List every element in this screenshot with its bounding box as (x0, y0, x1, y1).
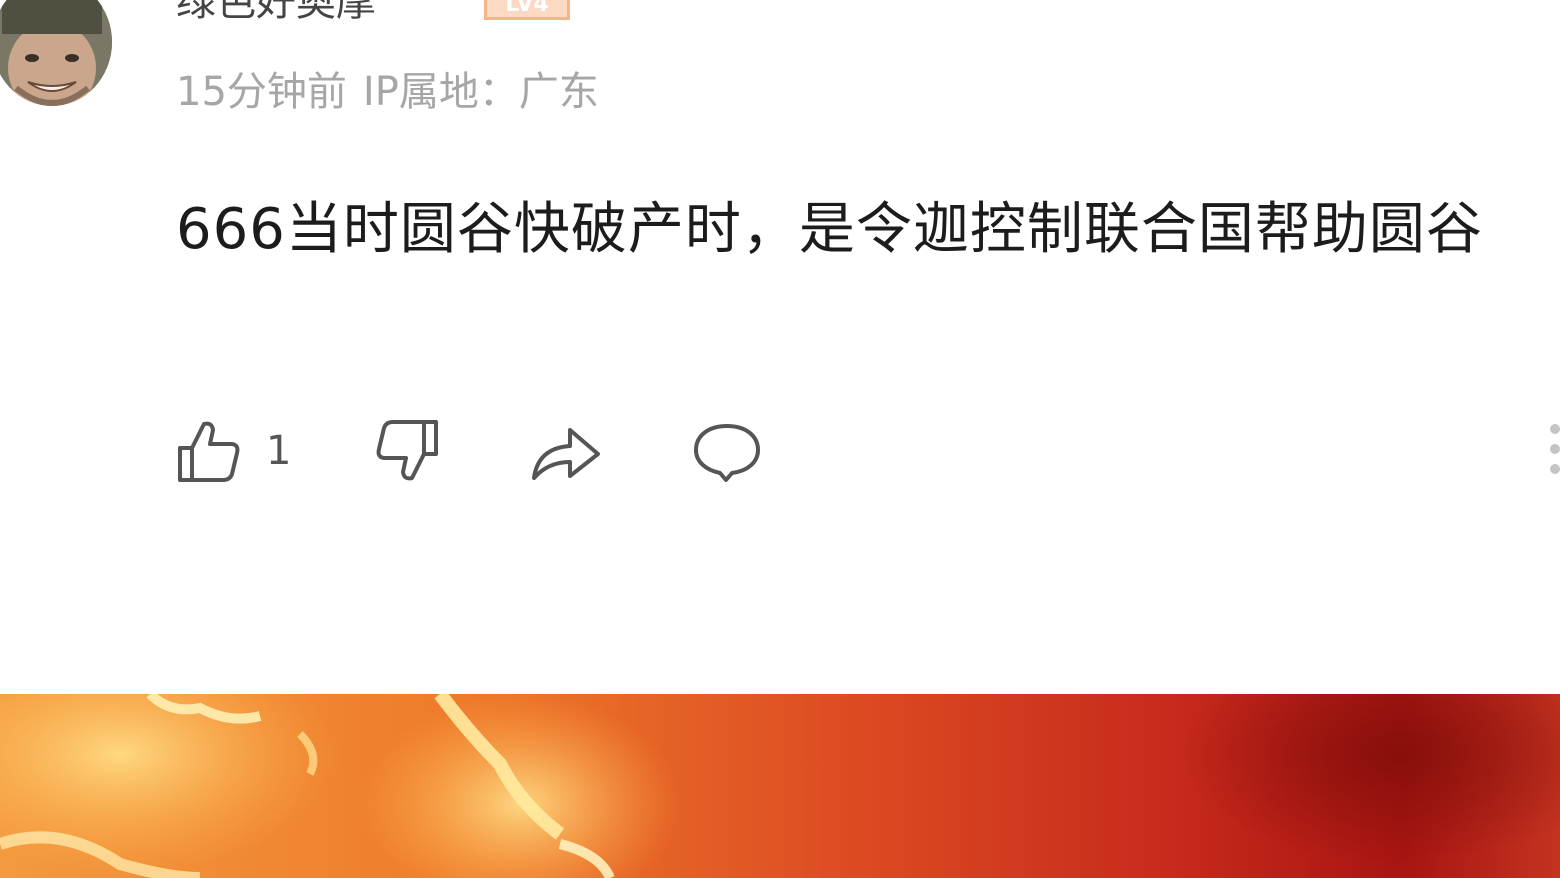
thumbs-down-icon (376, 420, 438, 481)
ip-location: IP属地：广东 (362, 69, 599, 115)
thumbs-up-icon (178, 421, 240, 482)
more-dot (1550, 424, 1560, 434)
more-dot (1550, 464, 1560, 474)
like-count: 1 (266, 428, 292, 474)
user-avatar[interactable] (0, 0, 112, 106)
reply-button[interactable] (692, 416, 762, 486)
level-badge: LV4 (484, 0, 570, 20)
dislike-button[interactable] (374, 416, 440, 486)
comment-meta: 15分钟前 IP属地：广东 (176, 66, 599, 118)
video-thumbnail[interactable] (0, 694, 1560, 878)
share-button[interactable] (530, 416, 602, 486)
fire-image (0, 694, 1560, 878)
comment-screen: 绿色好奥摩 LV4 15分钟前 IP属地：广东 666当时圆谷快破产时，是令迦控制… (0, 0, 1560, 878)
more-vertical-icon[interactable] (1546, 422, 1560, 482)
more-dot (1550, 444, 1560, 454)
speech-bubble-icon (694, 424, 760, 482)
username[interactable]: 绿色好奥摩 (176, 0, 376, 26)
comment-text: 666当时圆谷快破产时，是令迦控制联合国帮助圆谷 (176, 197, 1483, 262)
comment-time: 15分钟前 (176, 69, 347, 115)
share-arrow-icon (532, 428, 600, 480)
like-button[interactable]: 1 (176, 416, 291, 486)
avatar-image (0, 0, 112, 106)
